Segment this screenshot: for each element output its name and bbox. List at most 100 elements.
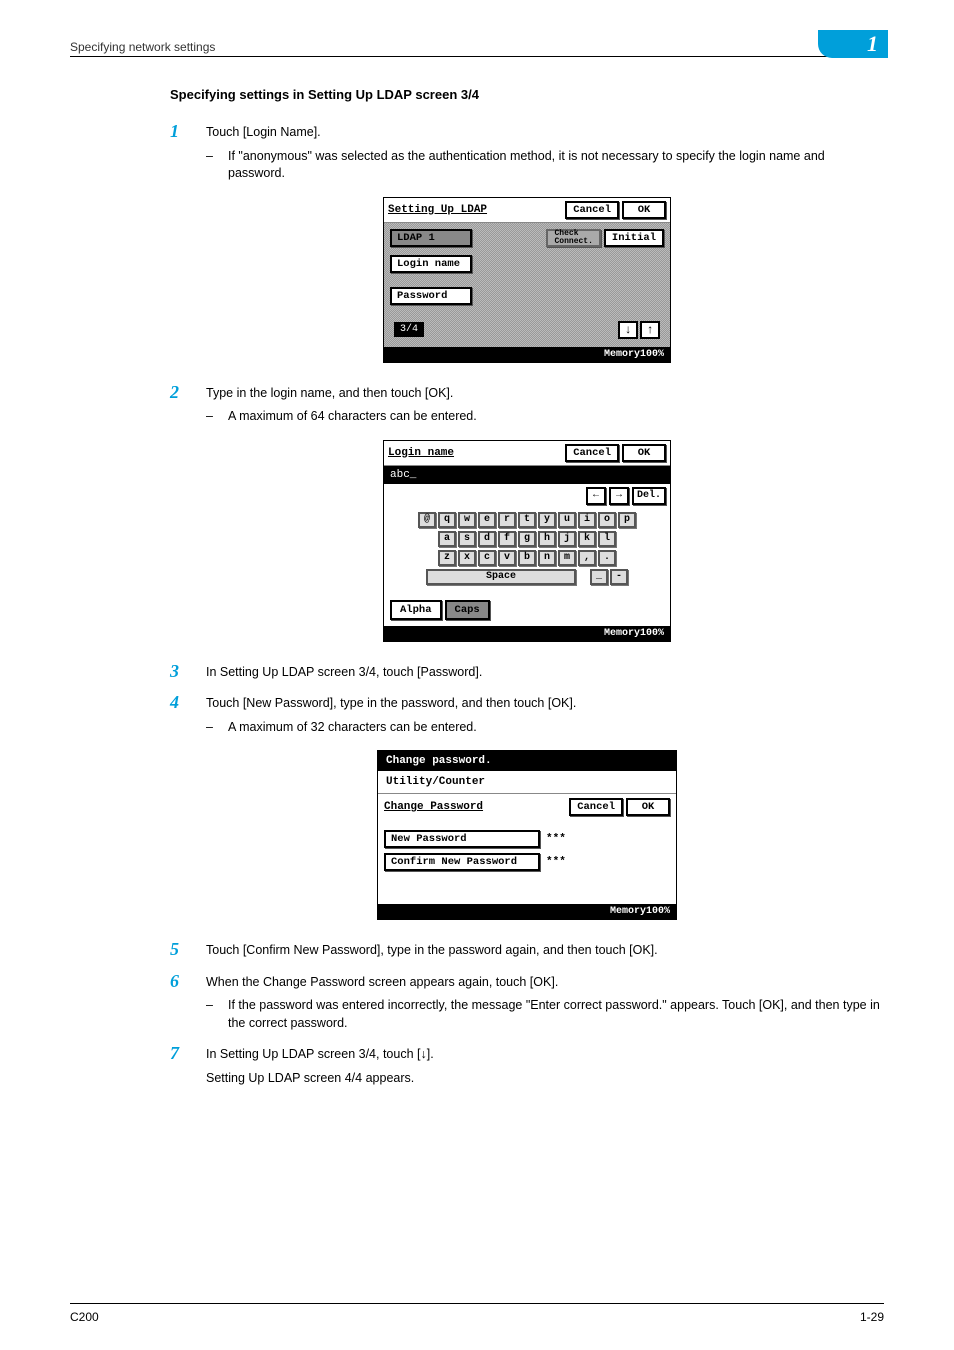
login-name-button[interactable]: Login name [390, 255, 472, 273]
key-p[interactable]: p [618, 512, 636, 528]
page-footer: C200 1-29 [70, 1303, 884, 1324]
ok-button[interactable]: OK [622, 444, 666, 462]
step-text: In Setting Up LDAP screen 3/4, touch [↓]… [206, 1046, 884, 1064]
key-j[interactable]: j [558, 531, 576, 547]
check-connect-button[interactable]: Check Connect. [546, 229, 600, 247]
step-2: 2 Type in the login name, and then touch… [170, 383, 884, 432]
key-f[interactable]: f [498, 531, 516, 547]
confirm-password-button[interactable]: Confirm New Password [384, 853, 540, 871]
bullet-dash: – [206, 997, 228, 1032]
step-number: 2 [170, 383, 206, 432]
key-q[interactable]: q [438, 512, 456, 528]
step-number: 3 [170, 662, 206, 688]
ldap-setup-screenshot: Setting Up LDAP Cancel OK LDAP 1 Check C… [383, 197, 671, 363]
key-o[interactable]: o [598, 512, 616, 528]
space-key[interactable]: Space [426, 569, 576, 585]
underscore-key[interactable]: _ [590, 569, 608, 585]
step-sub: A maximum of 64 characters can be entere… [228, 408, 884, 426]
key-g[interactable]: g [518, 531, 536, 547]
change-password-screenshot: Change password. Utility/Counter Change … [377, 750, 677, 920]
step-text: Touch [Login Name]. [206, 124, 884, 142]
key-b[interactable]: b [518, 550, 536, 566]
sc1-title: Setting Up LDAP [388, 204, 487, 216]
page-up-button[interactable]: ↑ [640, 321, 660, 339]
step-sub: A maximum of 32 characters can be entere… [228, 719, 884, 737]
cursor-left-button[interactable]: ← [586, 487, 606, 505]
dash-key[interactable]: - [610, 569, 628, 585]
step-sub: If the password was entered incorrectly,… [228, 997, 884, 1032]
page-down-button[interactable]: ↓ [618, 321, 638, 339]
key-e[interactable]: e [478, 512, 496, 528]
ldap-label: LDAP 1 [390, 229, 472, 247]
footer-right: 1-29 [860, 1310, 884, 1324]
key-c[interactable]: c [478, 550, 496, 566]
delete-button[interactable]: Del. [632, 487, 666, 505]
section-title: Specifying settings in Setting Up LDAP s… [170, 87, 884, 102]
step-text: In Setting Up LDAP screen 3/4, touch [Pa… [206, 664, 884, 682]
key-w[interactable]: w [458, 512, 476, 528]
ok-button[interactable]: OK [622, 201, 666, 219]
initial-button[interactable]: Initial [604, 229, 664, 247]
cursor-right-button[interactable]: → [609, 487, 629, 505]
confirm-password-value: *** [546, 856, 566, 868]
step-7: 7 In Setting Up LDAP screen 3/4, touch [… [170, 1044, 884, 1093]
key-d[interactable]: d [478, 531, 496, 547]
caps-mode-button[interactable]: Caps [445, 600, 490, 620]
sc3-header: Change password. [378, 751, 676, 771]
cancel-button[interactable]: Cancel [569, 798, 623, 816]
step-number: 4 [170, 693, 206, 742]
key-x[interactable]: x [458, 550, 476, 566]
text-input[interactable]: abc_ [384, 466, 670, 484]
key-n[interactable]: n [538, 550, 556, 566]
key-h[interactable]: h [538, 531, 556, 547]
step-1: 1 Touch [Login Name]. – If "anonymous" w… [170, 122, 884, 189]
key-a[interactable]: a [438, 531, 456, 547]
step-number: 1 [170, 122, 206, 189]
page-header: Specifying network settings 1 [70, 40, 884, 57]
chapter-tab: 1 [818, 30, 888, 58]
key-,[interactable]: , [578, 550, 596, 566]
key-s[interactable]: s [458, 531, 476, 547]
step-result: Setting Up LDAP screen 4/4 appears. [206, 1070, 884, 1088]
key-t[interactable]: t [518, 512, 536, 528]
step-3: 3 In Setting Up LDAP screen 3/4, touch [… [170, 662, 884, 688]
sc3-title: Change Password [384, 801, 483, 813]
step-number: 6 [170, 972, 206, 1039]
new-password-button[interactable]: New Password [384, 830, 540, 848]
step-6: 6 When the Change Password screen appear… [170, 972, 884, 1039]
key-y[interactable]: y [538, 512, 556, 528]
footer-left: C200 [70, 1310, 99, 1324]
bullet-dash: – [206, 408, 228, 426]
key-@[interactable]: @ [418, 512, 436, 528]
key-l[interactable]: l [598, 531, 616, 547]
memory-indicator: Memory100% [384, 626, 670, 641]
cancel-button[interactable]: Cancel [565, 201, 619, 219]
breadcrumb: Specifying network settings [70, 40, 215, 54]
password-button[interactable]: Password [390, 287, 472, 305]
memory-indicator: Memory100% [378, 904, 676, 919]
key-.[interactable]: . [598, 550, 616, 566]
sc2-title: Login name [388, 447, 454, 459]
step-text: Touch [Confirm New Password], type in th… [206, 942, 884, 960]
key-v[interactable]: v [498, 550, 516, 566]
cancel-button[interactable]: Cancel [565, 444, 619, 462]
content-area: Specifying settings in Setting Up LDAP s… [170, 87, 884, 1093]
ok-button[interactable]: OK [626, 798, 670, 816]
alpha-mode-button[interactable]: Alpha [390, 600, 442, 620]
key-z[interactable]: z [438, 550, 456, 566]
step-4: 4 Touch [New Password], type in the pass… [170, 693, 884, 742]
key-i[interactable]: i [578, 512, 596, 528]
new-password-value: *** [546, 833, 566, 845]
bullet-dash: – [206, 148, 228, 183]
key-k[interactable]: k [578, 531, 596, 547]
bullet-dash: – [206, 719, 228, 737]
step-text: Type in the login name, and then touch [… [206, 385, 884, 403]
chapter-number: 1 [867, 31, 878, 57]
step-sub: If "anonymous" was selected as the authe… [228, 148, 884, 183]
key-u[interactable]: u [558, 512, 576, 528]
step-number: 5 [170, 940, 206, 966]
key-m[interactable]: m [558, 550, 576, 566]
pager-label: 3/4 [394, 322, 424, 337]
key-r[interactable]: r [498, 512, 516, 528]
login-name-keyboard-screenshot: Login name Cancel OK abc_ ← → Del. @qwer… [383, 440, 671, 642]
